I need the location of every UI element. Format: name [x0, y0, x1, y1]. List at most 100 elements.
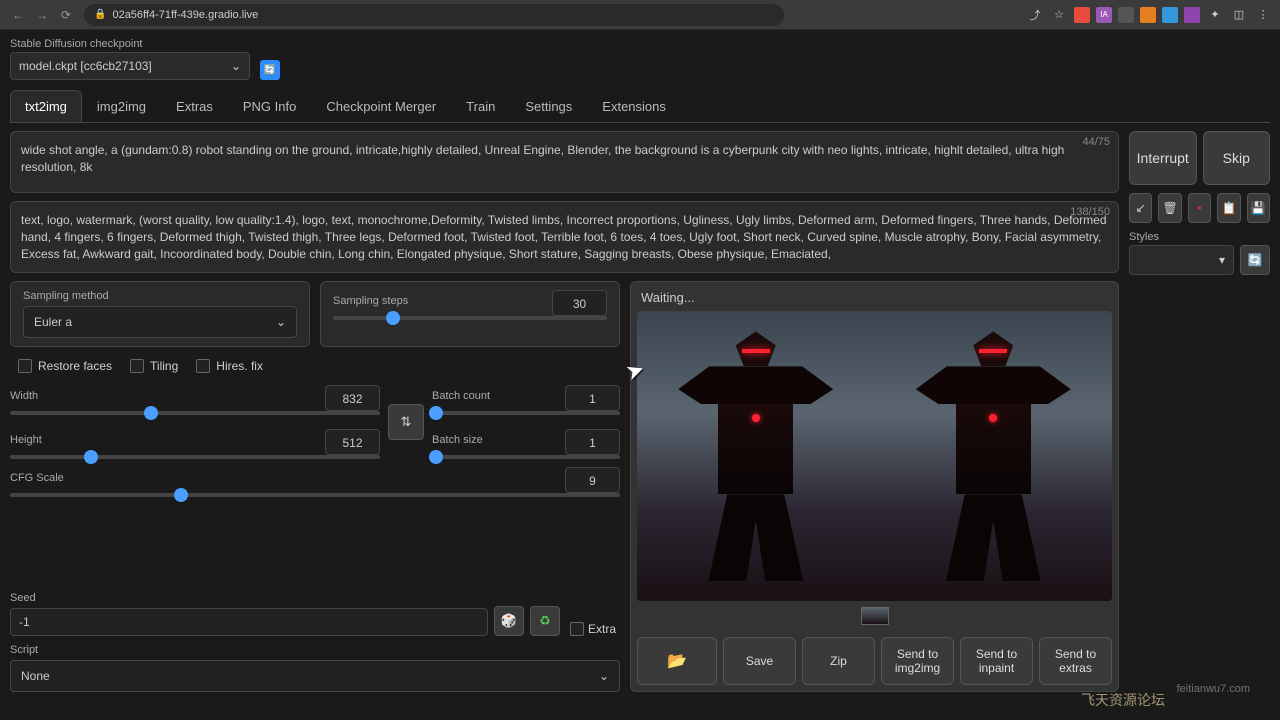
seed-label: Seed	[10, 592, 488, 604]
menu-icon[interactable]: ⋮	[1254, 6, 1272, 24]
send-to-img2img-button[interactable]: Send to img2img	[881, 637, 954, 685]
extra-networks-button[interactable]: •	[1188, 193, 1211, 223]
chevron-down-icon: ⌄	[231, 59, 241, 73]
clear-prompt-button[interactable]: 🗑	[1158, 193, 1181, 223]
restore-faces-checkbox[interactable]: Restore faces	[18, 359, 112, 373]
script-select[interactable]: None ⌄	[10, 660, 620, 692]
watermark: feitianwu7.com	[1177, 683, 1250, 695]
batch-size-value[interactable]: 1	[565, 429, 620, 455]
swap-dimensions-button[interactable]: ⇅	[388, 404, 424, 440]
save-style-button[interactable]: 💾	[1247, 193, 1270, 223]
refresh-styles-button[interactable]: 🔄	[1240, 245, 1270, 275]
cfg-scale-label: CFG Scale	[10, 472, 64, 484]
output-status: Waiting...	[637, 288, 1112, 311]
script-label: Script	[10, 644, 620, 656]
batch-count-slider[interactable]	[432, 411, 620, 415]
seed-extra-label: Extra	[588, 622, 616, 636]
batch-size-label: Batch size	[432, 434, 483, 446]
neg-prompt-token-counter: 138/150	[1070, 206, 1110, 218]
generated-image	[637, 311, 1112, 601]
tab-settings[interactable]: Settings	[510, 90, 587, 122]
apply-style-button[interactable]: 📋	[1217, 193, 1240, 223]
nav-forward-icon[interactable]: →	[32, 5, 52, 25]
extension-icon[interactable]	[1118, 7, 1134, 23]
script-value: None	[21, 669, 50, 683]
sampling-steps-value[interactable]: 30	[552, 290, 607, 316]
height-label: Height	[10, 434, 42, 446]
width-value[interactable]: 832	[325, 385, 380, 411]
nav-reload-icon[interactable]: ⟳	[56, 5, 76, 25]
reuse-seed-button[interactable]: ♻	[530, 606, 560, 636]
nav-back-icon[interactable]: ←	[8, 5, 28, 25]
seed-extra-checkbox[interactable]: Extra	[566, 622, 620, 636]
tab-checkpoint-merger[interactable]: Checkpoint Merger	[311, 90, 451, 122]
watermark: 飞天资源论坛	[1081, 690, 1165, 710]
hires-fix-checkbox[interactable]: Hires. fix	[196, 359, 263, 373]
tab-extensions[interactable]: Extensions	[587, 90, 681, 122]
checkpoint-label: Stable Diffusion checkpoint	[10, 38, 250, 50]
width-label: Width	[10, 390, 38, 402]
negative-prompt-input[interactable]: 138/150 text, logo, watermark, (worst qu…	[10, 201, 1119, 273]
tiling-checkbox[interactable]: Tiling	[130, 359, 178, 373]
checkpoint-select[interactable]: model.ckpt [cc6cb27103] ⌄	[10, 52, 250, 80]
prompt-input[interactable]: 44/75 wide shot angle, a (gundam:0.8) ro…	[10, 131, 1119, 193]
batch-count-value[interactable]: 1	[565, 385, 620, 411]
extension-icon[interactable]	[1140, 7, 1156, 23]
styles-select[interactable]: ▾	[1129, 245, 1234, 275]
sampling-method-label: Sampling method	[23, 290, 297, 302]
chevron-down-icon: ⌄	[276, 315, 286, 329]
neg-prompt-text: text, logo, watermark, (worst quality, l…	[21, 212, 1108, 262]
tab-img2img[interactable]: img2img	[82, 90, 161, 122]
extension-icon[interactable]	[1074, 7, 1090, 23]
prompt-token-counter: 44/75	[1082, 136, 1110, 148]
batch-count-label: Batch count	[432, 390, 490, 402]
extension-icon[interactable]	[1184, 7, 1200, 23]
browser-chrome: ← → ⟳ 🔒 02a56ff4-71ff-439e.gradio.live ⤴…	[0, 0, 1280, 30]
read-params-button[interactable]: ↙	[1129, 193, 1152, 223]
sampling-steps-label: Sampling steps	[333, 295, 408, 307]
url-bar[interactable]: 🔒 02a56ff4-71ff-439e.gradio.live	[84, 4, 784, 26]
sampling-steps-slider[interactable]	[333, 316, 607, 320]
cfg-scale-value[interactable]: 9	[565, 467, 620, 493]
skip-button[interactable]: Skip	[1203, 131, 1271, 185]
bookmark-icon[interactable]: ☆	[1050, 6, 1068, 24]
chevron-down-icon: ⌄	[599, 669, 609, 683]
output-thumbnail[interactable]	[861, 607, 889, 625]
save-button[interactable]: Save	[723, 637, 796, 685]
zip-button[interactable]: Zip	[802, 637, 875, 685]
chevron-down-icon: ▾	[1219, 253, 1225, 267]
cfg-scale-slider[interactable]	[10, 493, 620, 497]
height-slider[interactable]	[10, 455, 380, 459]
extension-icon[interactable]	[1162, 7, 1178, 23]
tab-pnginfo[interactable]: PNG Info	[228, 90, 311, 122]
height-value[interactable]: 512	[325, 429, 380, 455]
sampling-method-select[interactable]: Euler a ⌄	[23, 306, 297, 338]
send-to-extras-button[interactable]: Send to extras	[1039, 637, 1112, 685]
seed-input[interactable]: -1	[10, 608, 488, 636]
tab-extras[interactable]: Extras	[161, 90, 228, 122]
width-slider[interactable]	[10, 411, 380, 415]
sampling-method-value: Euler a	[34, 315, 72, 329]
extension-icon[interactable]: IA	[1096, 7, 1112, 23]
tab-txt2img[interactable]: txt2img	[10, 90, 82, 122]
styles-label: Styles	[1129, 231, 1234, 243]
tabs: txt2img img2img Extras PNG Info Checkpoi…	[10, 90, 1270, 123]
open-folder-button[interactable]: 📂	[637, 637, 717, 685]
extensions-icon[interactable]: ✦	[1206, 6, 1224, 24]
tiling-label: Tiling	[150, 359, 178, 373]
send-to-inpaint-button[interactable]: Send to inpaint	[960, 637, 1033, 685]
hires-fix-label: Hires. fix	[216, 359, 263, 373]
seed-value: -1	[19, 615, 30, 629]
share-icon[interactable]: ⤴	[1026, 6, 1044, 24]
lock-icon: 🔒	[94, 9, 106, 20]
random-seed-button[interactable]: 🎲	[494, 606, 524, 636]
prompt-text: wide shot angle, a (gundam:0.8) robot st…	[21, 142, 1108, 176]
refresh-checkpoint-button[interactable]: 🔄	[260, 60, 280, 80]
sidepanel-icon[interactable]: ◫	[1230, 6, 1248, 24]
checkpoint-value: model.ckpt [cc6cb27103]	[19, 59, 152, 73]
batch-size-slider[interactable]	[432, 455, 620, 459]
interrupt-button[interactable]: Interrupt	[1129, 131, 1197, 185]
output-image-preview[interactable]: ✕	[637, 311, 1112, 601]
restore-faces-label: Restore faces	[38, 359, 112, 373]
tab-train[interactable]: Train	[451, 90, 510, 122]
